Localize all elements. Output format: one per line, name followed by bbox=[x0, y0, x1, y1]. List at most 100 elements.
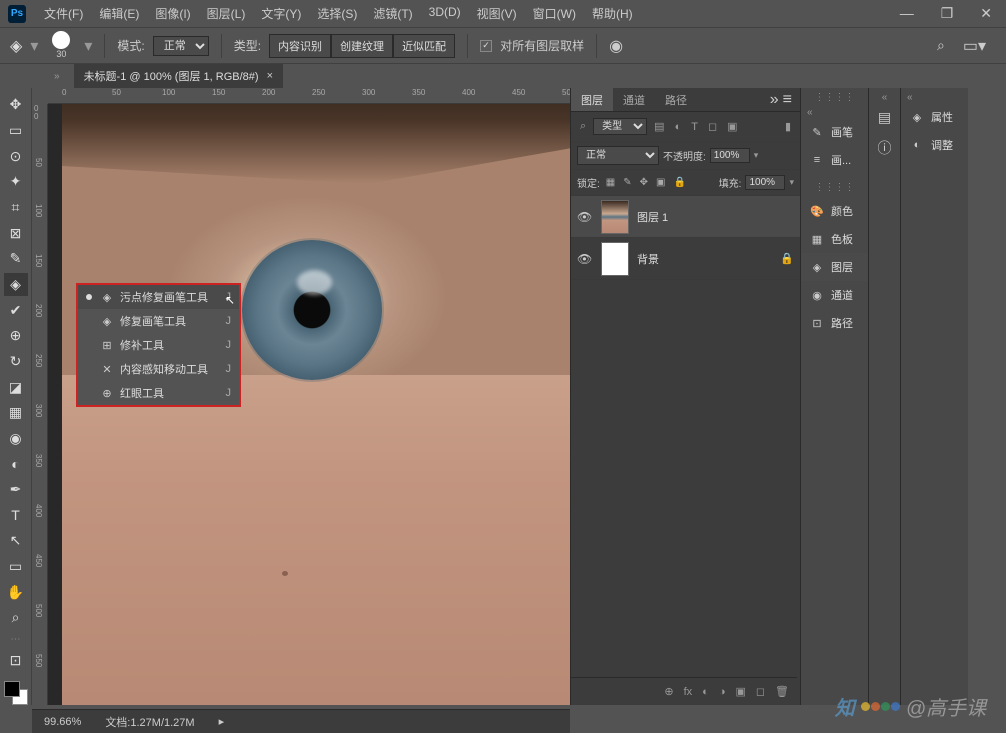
tab-channels[interactable]: 通道 bbox=[613, 88, 655, 111]
opacity-input[interactable] bbox=[710, 148, 750, 163]
search-icon[interactable]: ⌕ bbox=[937, 37, 945, 54]
hand-tool[interactable]: ✋ bbox=[4, 580, 28, 604]
ruler-origin[interactable] bbox=[32, 88, 48, 104]
panel-menu-icon[interactable]: ≡ bbox=[783, 91, 792, 109]
spot-healing-brush-item[interactable]: ◈ 污点修复画笔工具J bbox=[78, 285, 239, 309]
layer-fx-icon[interactable]: fx bbox=[684, 686, 693, 698]
collapse-arrow-icon[interactable]: « bbox=[882, 92, 888, 103]
move-tool[interactable]: ✥ bbox=[4, 93, 28, 117]
layers-panel-tab[interactable]: ◈图层 bbox=[801, 253, 868, 281]
filter-pixel-icon[interactable]: ▤ bbox=[651, 120, 667, 133]
adjustments-panel-tab[interactable]: ◐调整 bbox=[901, 131, 968, 159]
layer-row[interactable]: 👁 图层 1 bbox=[571, 196, 800, 238]
adjustment-layer-icon[interactable]: ◑ bbox=[719, 686, 726, 698]
layer-name[interactable]: 图层 1 bbox=[637, 209, 668, 225]
filter-adjustment-icon[interactable]: ◐ bbox=[672, 121, 685, 133]
lock-all-icon[interactable]: 🔒 bbox=[671, 177, 687, 188]
lock-position-icon[interactable]: ✥ bbox=[638, 177, 650, 188]
doc-size[interactable]: 文档:1.27M/1.27M bbox=[105, 714, 194, 730]
filter-type-icon[interactable]: T bbox=[688, 121, 701, 133]
healing-brush-item[interactable]: ◈ 修复画笔工具J bbox=[78, 309, 239, 333]
menu-view[interactable]: 视图(V) bbox=[469, 1, 525, 26]
layer-mask-icon[interactable]: ◐ bbox=[702, 686, 709, 698]
tab-layers[interactable]: 图层 bbox=[571, 88, 613, 111]
restore-button[interactable]: ❐ bbox=[935, 3, 960, 24]
layer-group-icon[interactable]: ▣ bbox=[735, 685, 745, 698]
brush-presets-panel-tab[interactable]: ≡画... bbox=[801, 146, 868, 174]
zoom-tool[interactable]: ⌕ bbox=[4, 606, 28, 630]
menu-select[interactable]: 选择(S) bbox=[309, 1, 365, 26]
vertical-ruler[interactable]: 0 0 50 100 150 200 250 300 350 400 450 5… bbox=[32, 104, 48, 705]
panel-drag-handle[interactable]: ⋮⋮⋮⋮ bbox=[801, 182, 868, 193]
blur-tool[interactable]: ◉ bbox=[4, 427, 28, 451]
minimize-button[interactable]: — bbox=[894, 3, 920, 24]
menu-layer[interactable]: 图层(L) bbox=[199, 1, 254, 26]
document-tab[interactable]: 未标题-1 @ 100% (图层 1, RGB/8#) × bbox=[74, 64, 283, 88]
tab-paths[interactable]: 路径 bbox=[655, 88, 697, 111]
frame-tool[interactable]: ⊠ bbox=[4, 221, 28, 245]
rectangle-tool[interactable]: ▭ bbox=[4, 555, 28, 579]
clone-stamp-tool[interactable]: ⊕ bbox=[4, 324, 28, 348]
path-selection-tool[interactable]: ↖ bbox=[4, 529, 28, 553]
lock-pixels-icon[interactable]: ▦ bbox=[604, 177, 617, 188]
layer-row[interactable]: 👁 背景 🔒 bbox=[571, 238, 800, 280]
menu-filter[interactable]: 滤镜(T) bbox=[365, 1, 420, 26]
link-layers-icon[interactable]: ⊕ bbox=[664, 685, 673, 698]
info-panel-icon[interactable]: ⓘ bbox=[872, 132, 898, 164]
crop-tool[interactable]: ⌗ bbox=[4, 196, 28, 220]
magic-wand-tool[interactable]: ✦ bbox=[4, 170, 28, 194]
panel-collapse-icon[interactable]: » bbox=[770, 91, 779, 109]
menu-image[interactable]: 图像(I) bbox=[147, 1, 198, 26]
pressure-icon[interactable]: ◉ bbox=[609, 36, 623, 56]
color-panel-tab[interactable]: 🎨颜色 bbox=[801, 197, 868, 225]
content-aware-move-item[interactable]: ✕ 内容感知移动工具J bbox=[78, 357, 239, 381]
gradient-tool[interactable]: ▦ bbox=[4, 401, 28, 425]
channels-panel-tab[interactable]: ◉通道 bbox=[801, 281, 868, 309]
menu-edit[interactable]: 编辑(E) bbox=[91, 1, 147, 26]
color-swatches[interactable] bbox=[4, 681, 28, 705]
menu-file[interactable]: 文件(F) bbox=[36, 1, 91, 26]
menu-type[interactable]: 文字(Y) bbox=[253, 1, 309, 26]
swatches-panel-tab[interactable]: ▦色板 bbox=[801, 225, 868, 253]
blend-mode-select[interactable]: 正常 bbox=[153, 36, 209, 56]
history-panel-icon[interactable]: ▤ bbox=[872, 103, 897, 132]
collapse-arrow-icon[interactable]: « bbox=[801, 107, 868, 118]
type-tool[interactable]: T bbox=[4, 504, 28, 528]
toolbar-expand-icon[interactable]: » bbox=[48, 71, 66, 82]
zoom-level[interactable]: 99.66% bbox=[44, 716, 81, 728]
dodge-tool[interactable]: ◐ bbox=[4, 452, 28, 476]
close-button[interactable]: ✕ bbox=[974, 3, 998, 24]
fill-input[interactable] bbox=[745, 175, 785, 190]
delete-layer-icon[interactable]: 🗑 bbox=[775, 685, 789, 698]
layer-thumbnail[interactable] bbox=[601, 242, 629, 276]
visibility-icon[interactable]: 👁 bbox=[577, 252, 593, 266]
lock-brush-icon[interactable]: ✎ bbox=[621, 177, 633, 188]
workspace-icon[interactable]: ▭▾ bbox=[963, 36, 986, 56]
collapse-arrow-icon[interactable]: « bbox=[901, 92, 968, 103]
layer-blend-select[interactable]: 正常 bbox=[577, 146, 659, 165]
menu-3d[interactable]: 3D(D) bbox=[421, 1, 469, 26]
layer-name[interactable]: 背景 bbox=[637, 251, 659, 267]
filter-shape-icon[interactable]: ◻ bbox=[705, 120, 720, 133]
panel-drag-handle[interactable]: ⋮⋮⋮⋮ bbox=[801, 92, 868, 103]
paths-panel-tab[interactable]: ⊡路径 bbox=[801, 309, 868, 337]
create-texture-button[interactable]: 创建纹理 bbox=[331, 34, 393, 58]
properties-panel-tab[interactable]: ◈属性 bbox=[901, 103, 968, 131]
edit-toolbar-tool[interactable]: ⊡ bbox=[4, 649, 28, 673]
status-arrow-icon[interactable]: ▸ bbox=[219, 715, 225, 728]
filter-smart-icon[interactable]: ▣ bbox=[724, 120, 740, 133]
pen-tool[interactable]: ✒ bbox=[4, 478, 28, 502]
proximity-match-button[interactable]: 近似匹配 bbox=[393, 34, 455, 58]
red-eye-tool-item[interactable]: ⊕ 红眼工具J bbox=[78, 381, 239, 405]
patch-tool-item[interactable]: ⊞ 修补工具J bbox=[78, 333, 239, 357]
menu-window[interactable]: 窗口(W) bbox=[525, 1, 584, 26]
history-brush-tool[interactable]: ↻ bbox=[4, 350, 28, 374]
eyedropper-tool[interactable]: ✎ bbox=[4, 247, 28, 271]
foreground-color[interactable] bbox=[4, 681, 20, 697]
eraser-tool[interactable]: ◪ bbox=[4, 375, 28, 399]
healing-brush-tool[interactable]: ◈ bbox=[4, 273, 28, 297]
horizontal-ruler[interactable]: 0 50 100 150 200 250 300 350 400 450 500 bbox=[48, 88, 570, 104]
new-layer-icon[interactable]: ◻ bbox=[756, 685, 765, 698]
brush-panel-tab[interactable]: ✎画笔 bbox=[801, 118, 868, 146]
sample-all-layers-checkbox[interactable]: ✓ bbox=[480, 40, 492, 52]
